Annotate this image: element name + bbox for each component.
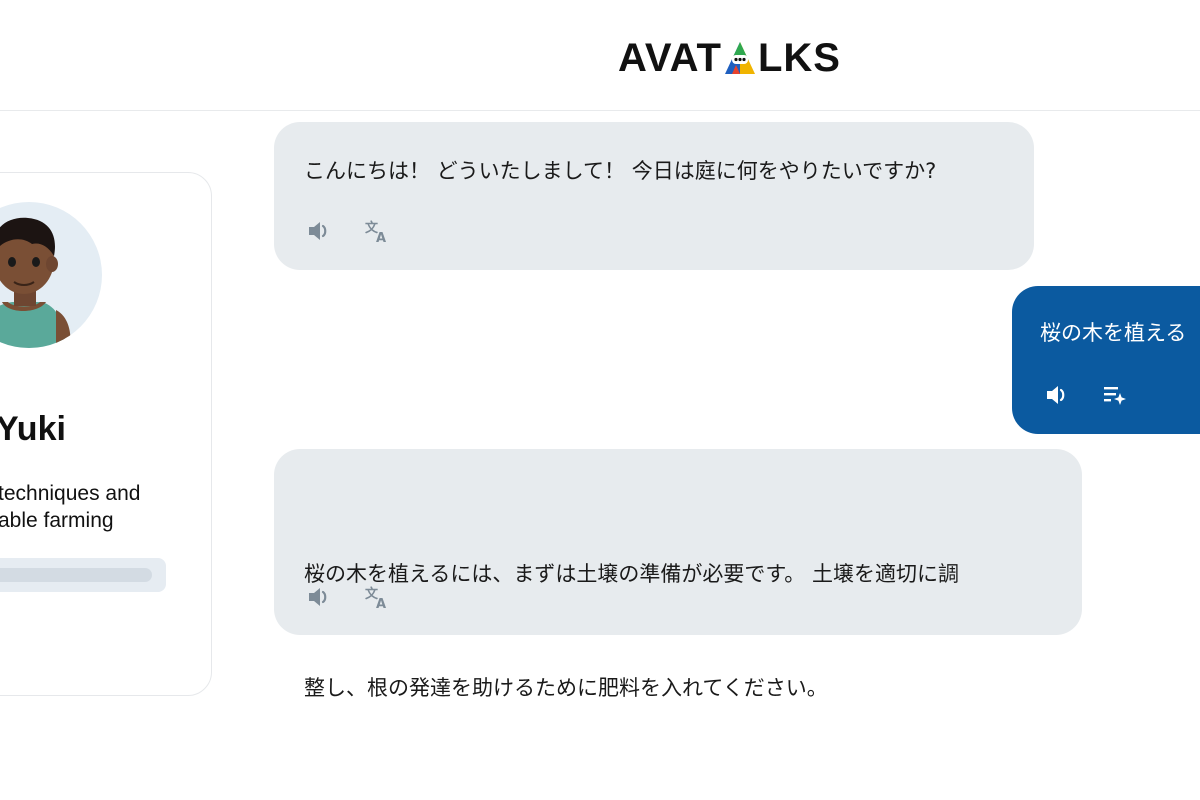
assistant-message-bubble: こんにちは！ どういたしまして！ 今日は庭に何をやりたいですか? 文 A	[274, 122, 1034, 270]
speaker-icon[interactable]	[306, 584, 332, 610]
message-text-line: 桜の木を植えるには、まずは土壌の準備が必要です。 土壌を適切に調	[304, 562, 959, 586]
speaker-icon[interactable]	[306, 218, 332, 244]
svg-text:A: A	[376, 231, 386, 244]
translate-icon[interactable]: 文 A	[364, 218, 390, 244]
message-text: こんにちは！ どういたしまして！ 今日は庭に何をやりたいですか?	[304, 159, 937, 183]
translate-icon[interactable]: 文 A	[364, 584, 390, 610]
speaker-icon[interactable]	[1044, 382, 1070, 408]
message-text: 桜の木を植える	[1040, 321, 1187, 345]
message-actions: 文 A	[306, 584, 390, 610]
message-actions: 文 A	[306, 218, 390, 244]
app-header: AVAT LKS	[0, 0, 1200, 111]
assistant-message-bubble: 桜の木を植えるには、まずは土壌の準備が必要です。 土壌を適切に調 整し、根の発達…	[274, 449, 1082, 700]
profile-name: Yuki	[0, 410, 66, 448]
message-text: 桜の木を植えるには、まずは土壌の準備が必要です。 土壌を適切に調 整し、根の発達…	[304, 479, 1064, 783]
logo-a-icon	[724, 42, 755, 74]
progress-bar	[0, 568, 152, 582]
logo-text-left: AVAT	[618, 35, 722, 80]
progress-container	[0, 558, 166, 592]
logo-text-right: LKS	[757, 35, 841, 80]
user-message-bubble: 桜の木を植える	[1012, 286, 1200, 434]
message-text-line: 整し、根の発達を助けるために肥料を入れてください。	[304, 676, 828, 700]
text-sparkle-icon[interactable]	[1102, 382, 1128, 408]
message-actions	[1044, 382, 1128, 408]
svg-text:A: A	[376, 597, 386, 610]
profile-description: techniques and able farming	[0, 480, 198, 534]
profile-description-line: techniques and	[0, 482, 141, 505]
profile-description-line: able farming	[0, 509, 114, 532]
app-logo[interactable]: AVAT LKS	[618, 36, 841, 80]
chat-page: AVAT LKS Yuki techniques and able farmin…	[0, 0, 1200, 800]
